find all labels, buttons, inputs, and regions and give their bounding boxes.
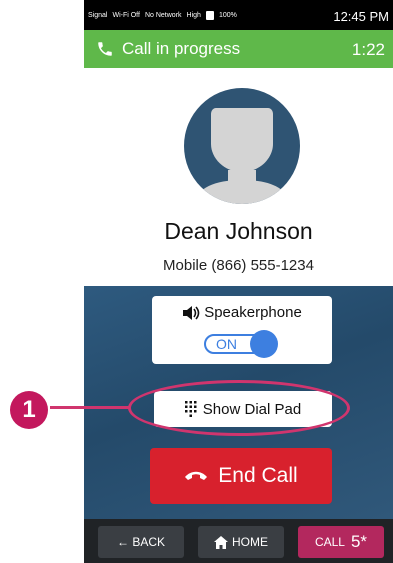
status-bar: Signal Wi-Fi Off No Network High 100% 12… [84,0,393,30]
contact-number: Mobile (866) 555-1234 [163,257,314,274]
network-indicator: No Network [144,11,182,19]
toggle-state-label: ON [216,336,237,352]
speaker-icon [183,306,200,321]
back-label: ← BACK [116,535,165,549]
person-silhouette-icon [192,108,292,204]
call-timer: 1:22 [351,40,385,59]
speakerphone-label: Speakerphone [204,304,302,321]
speakerphone-row: Speakerphone [152,304,332,321]
battery-indicator: 100% [205,10,242,20]
home-label: HOME [232,535,268,549]
home-icon [214,535,228,549]
call-header: Call in progress 1:22 [84,30,393,68]
back-button[interactable]: ← BACK [98,526,184,558]
phone-icon [98,42,112,56]
battery-icon [205,10,214,20]
wifi-indicator: Wi-Fi Off [112,11,140,19]
call-button[interactable]: CALL 5* [298,526,384,558]
bluetooth-indicator: High [186,11,201,19]
call-status-title: Call in progress [122,39,241,58]
annotation-number-badge: 1 [10,391,48,429]
end-call-button[interactable]: End Call [150,448,332,504]
annotation-connector [50,406,130,409]
contact-name: Dean Johnson [164,218,313,244]
battery-level: 100% [218,11,237,19]
home-button[interactable]: HOME [198,526,284,558]
call-label: CALL [314,535,345,549]
bottom-nav-bar: ← BACK HOME CALL 5* [84,519,393,563]
hang-up-icon [185,471,208,480]
toggle-knob [250,330,278,358]
speakerphone-card: Speakerphone ON [152,296,332,364]
status-time: 12:45 PM [333,9,389,24]
call-count: 5* [350,532,368,551]
end-call-label: End Call [218,464,298,487]
avatar [184,88,300,204]
phone-screen: Signal Wi-Fi Off No Network High 100% 12… [84,0,393,563]
annotation-highlight-ring [128,380,350,436]
signal-indicator: Signal [88,11,108,19]
speakerphone-toggle[interactable]: ON [204,330,278,358]
